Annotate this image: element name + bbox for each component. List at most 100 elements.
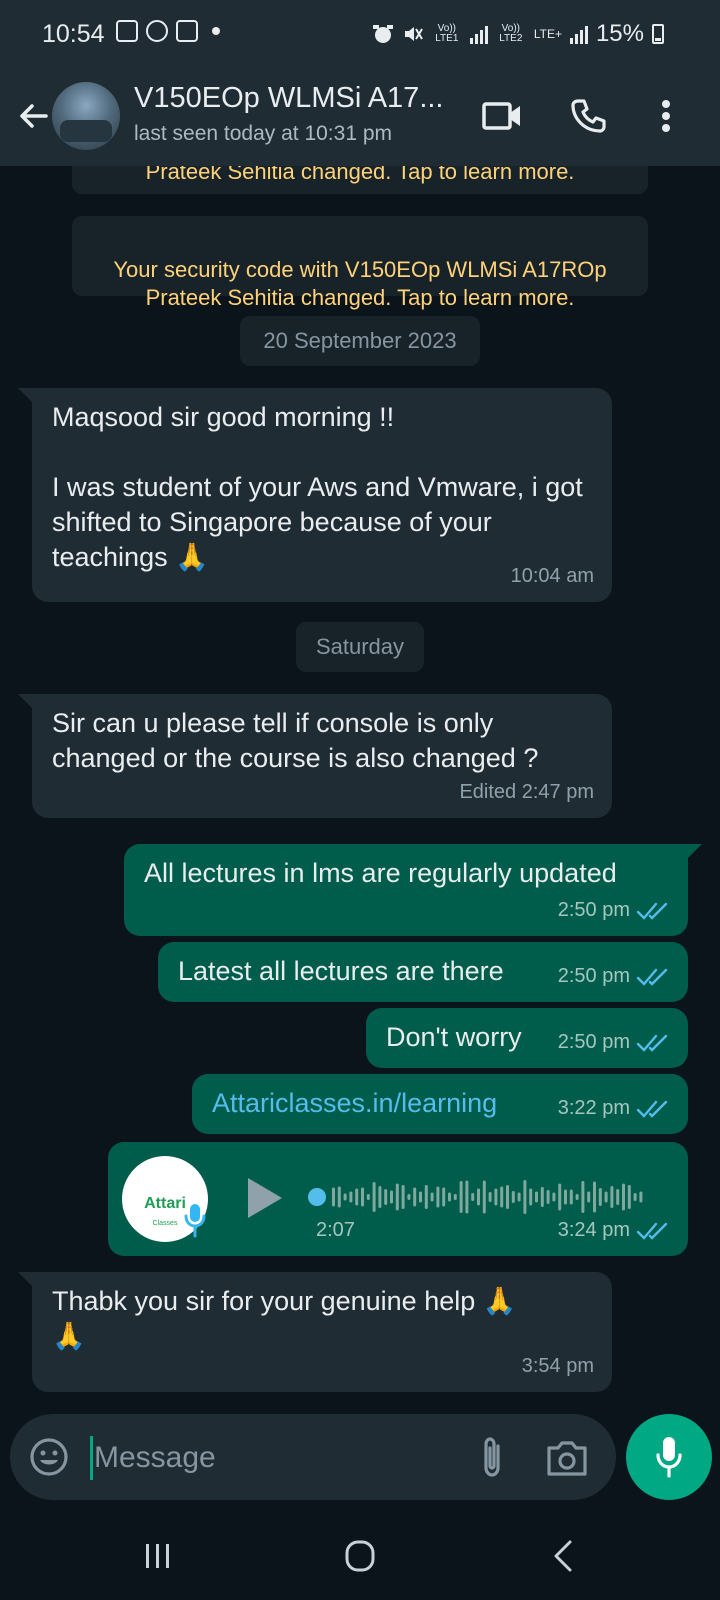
incoming-message[interactable]: Thabk you sir for your genuine help 🙏 🙏 …: [18, 1272, 612, 1392]
gallery-icon: [176, 20, 198, 42]
message-timestamp: 3:22 pm: [557, 1097, 630, 1119]
waveform-bar: [430, 1192, 434, 1202]
waveform-bar: [395, 1183, 399, 1211]
date-chip: Saturday: [296, 622, 424, 672]
mute-icon: [404, 27, 423, 41]
message-list[interactable]: Prateek Sehitia changed. Tap to learn mo…: [0, 166, 720, 1400]
voice-duration: 2:07: [316, 1219, 355, 1241]
date-chip: 20 September 2023: [240, 316, 480, 366]
waveform-bar: [378, 1186, 382, 1208]
message-time: 2:50 pm: [558, 959, 670, 994]
waveform-bar: [511, 1191, 515, 1203]
message-composer: [10, 1414, 616, 1500]
waveform-bar: [332, 1187, 335, 1207]
security-code-notice[interactable]: Prateek Sehitia changed. Tap to learn mo…: [72, 166, 648, 194]
waveform-bar: [523, 1180, 527, 1214]
waveform-bar: [593, 1181, 596, 1213]
paperclip-icon[interactable]: [470, 1434, 514, 1482]
home-icon[interactable]: [330, 1536, 390, 1576]
recent-apps-icon[interactable]: [128, 1536, 188, 1576]
incoming-message[interactable]: Maqsood sir good morning !! I was studen…: [18, 388, 612, 602]
battery-icon: [652, 24, 664, 44]
waveform-bar: [633, 1193, 637, 1201]
phone-icon: [571, 99, 606, 133]
last-seen-status[interactable]: last seen today at 10:31 pm: [134, 122, 392, 146]
waveform-progress-knob[interactable]: [308, 1188, 326, 1206]
message-text: Sir can u please tell if console is only…: [52, 708, 539, 773]
read-receipt-icon: [636, 902, 668, 920]
more-vert-icon: [662, 100, 670, 132]
waveform-bar: [349, 1191, 353, 1203]
mic-icon: [656, 1437, 682, 1478]
camera-icon[interactable]: [544, 1436, 590, 1480]
waveform-bar: [581, 1181, 585, 1213]
message-timestamp: 3:54 pm: [521, 1355, 594, 1377]
battery-percent: 15%: [595, 20, 644, 47]
waveform-bar: [390, 1190, 393, 1204]
waveform-bar: [535, 1191, 538, 1203]
contact-name[interactable]: V150EOp WLMSi A17...: [134, 82, 464, 115]
waveform-bar: [419, 1191, 422, 1203]
contact-avatar[interactable]: [52, 82, 120, 150]
message-time: 3:22 pm: [558, 1091, 670, 1126]
waveform-bar: [442, 1187, 446, 1207]
security-code-notice[interactable]: Your security code with V150EOp WLMSi A1…: [72, 216, 648, 310]
voice-mic-badge-icon: [184, 1204, 206, 1238]
sim1-label: Vo)) LTE1: [435, 23, 459, 44]
voice-call-button[interactable]: [564, 92, 612, 140]
voice-record-button[interactable]: [626, 1414, 712, 1500]
waveform-bar: [407, 1194, 411, 1200]
waveform-bar: [465, 1180, 469, 1214]
message-text: Thabk you sir for your genuine help 🙏 🙏: [52, 1286, 517, 1351]
outgoing-message[interactable]: Don't worry 2:50 pm: [366, 1008, 688, 1068]
message-text: All lectures in lms are regularly update…: [144, 858, 617, 888]
waveform-bar: [540, 1187, 544, 1207]
read-receipt-icon: [636, 968, 668, 986]
outgoing-message[interactable]: Latest all lectures are there 2:50 pm: [158, 942, 688, 1002]
outgoing-message[interactable]: Attariclasses.in/learning 3:22 pm: [192, 1074, 688, 1134]
notification-icons: [116, 20, 220, 42]
voice-message[interactable]: Attari Classes 2:07 3:24 pm: [108, 1142, 688, 1256]
lte-label: LTE+: [533, 27, 562, 41]
waveform-bar: [488, 1192, 492, 1202]
alarm-icon: [372, 25, 393, 43]
waveform-bar: [529, 1188, 533, 1206]
signal-sim2-icon: [569, 24, 588, 44]
waveform-bar: [471, 1193, 475, 1201]
video-call-button[interactable]: [478, 92, 526, 140]
message-time: 3:54 pm: [522, 1349, 594, 1384]
back-nav-icon[interactable]: [534, 1536, 594, 1576]
play-icon[interactable]: [248, 1178, 282, 1218]
waveform-bar: [517, 1192, 521, 1202]
read-receipt-icon: [636, 1222, 668, 1240]
waveform-bar: [366, 1194, 370, 1200]
waveform-bar: [564, 1189, 567, 1205]
waveform-bar: [477, 1188, 480, 1206]
message-time: 2:50 pm: [558, 1025, 670, 1060]
back-arrow-icon[interactable]: [14, 96, 54, 136]
sim2-label: Vo)) LTE2: [499, 23, 523, 44]
waveform-bar: [372, 1182, 376, 1212]
read-receipt-icon: [636, 1100, 668, 1118]
text-cursor: [90, 1436, 93, 1480]
waveform-bar: [453, 1194, 457, 1200]
security-notice-text: Prateek Sehitia changed. Tap to learn mo…: [145, 166, 575, 184]
waveform-bar: [598, 1188, 602, 1206]
waveform-bar: [552, 1192, 556, 1202]
outgoing-message[interactable]: All lectures in lms are regularly update…: [124, 844, 702, 936]
incoming-message[interactable]: Sir can u please tell if console is only…: [18, 694, 612, 818]
security-notice-text: Your security code with V150EOp WLMSi A1…: [113, 257, 607, 310]
message-input[interactable]: [94, 1436, 454, 1480]
message-timestamp: 2:50 pm: [557, 899, 630, 921]
waveform-bar: [384, 1189, 388, 1205]
alarm-app-icon: [146, 20, 168, 42]
more-options-button[interactable]: [642, 92, 690, 140]
waveform-bar: [459, 1181, 463, 1213]
chat-header: V150EOp WLMSi A17... last seen today at …: [0, 72, 720, 166]
emoji-icon[interactable]: [28, 1436, 70, 1478]
waveform-bar: [494, 1188, 498, 1206]
message-timestamp: 10:04 am: [510, 565, 594, 587]
waveform-bar: [343, 1193, 347, 1201]
waveform-bar: [546, 1190, 550, 1204]
message-timestamp: 2:50 pm: [557, 965, 630, 987]
